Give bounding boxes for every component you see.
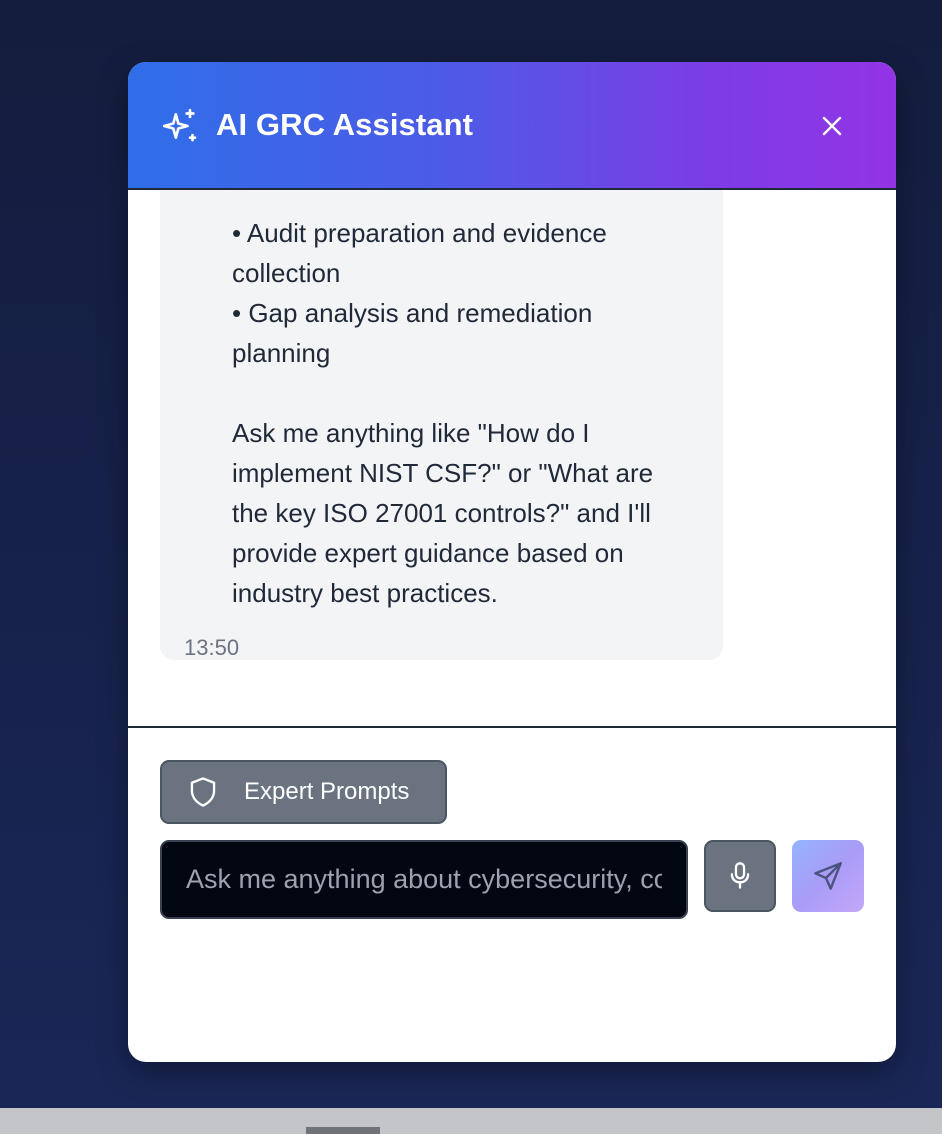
message-timestamp: 13:50 [184, 635, 240, 660]
microphone-icon [726, 861, 754, 891]
assistant-panel: AI GRC Assistant • Audit preparation and… [128, 62, 896, 1062]
assistant-message: • Audit preparation and evidence collect… [160, 190, 723, 660]
message-line: Ask me anything like "How do I [232, 418, 590, 448]
assistant-title: AI GRC Assistant [216, 107, 474, 142]
message-line: implement NIST CSF?" or "What are [232, 458, 654, 488]
expert-prompts-label: Expert Prompts [244, 778, 410, 805]
taskbar [0, 1108, 942, 1134]
close-button[interactable] [814, 108, 850, 144]
sparkles-icon [160, 106, 200, 146]
message-line: industry best practices. [232, 578, 498, 608]
microphone-button[interactable] [704, 840, 776, 912]
chat-input[interactable] [160, 840, 688, 919]
message-line: planning [232, 338, 331, 368]
close-icon [820, 114, 844, 138]
message-line: • Audit preparation and evidence [232, 218, 607, 248]
message-line: provide expert guidance based on [232, 538, 624, 568]
shield-icon [188, 776, 218, 808]
send-button[interactable] [792, 840, 864, 912]
message-line: • Gap analysis and remediation [232, 298, 593, 328]
composer-divider [128, 726, 896, 728]
taskbar-indicator [306, 1127, 380, 1134]
message-list[interactable]: • Audit preparation and evidence collect… [128, 190, 896, 726]
assistant-header: AI GRC Assistant [128, 62, 896, 190]
expert-prompts-button[interactable]: Expert Prompts [160, 760, 447, 824]
send-icon [812, 860, 844, 892]
message-line: collection [232, 258, 341, 288]
message-line: the key ISO 27001 controls?" and I'll [232, 498, 651, 528]
